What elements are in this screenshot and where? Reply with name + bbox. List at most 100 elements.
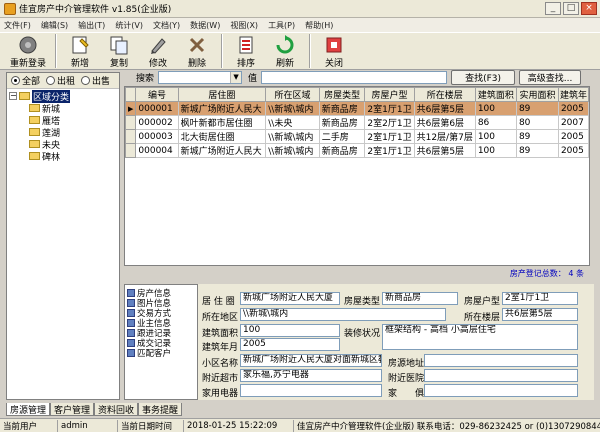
menu-bar: 文件(F) 编辑(S) 输出(T) 统计(V) 文档(Y) 数据(W) 视图(X… xyxy=(0,18,600,32)
column-header[interactable]: 建筑面积 xyxy=(474,87,517,102)
house-icon xyxy=(127,289,135,297)
folder-icon xyxy=(29,152,40,160)
refresh-button[interactable]: 刷新 xyxy=(266,33,304,69)
column-header[interactable]: 建筑年 xyxy=(557,87,589,102)
advanced-search-button[interactable]: 高级查找... xyxy=(519,69,582,85)
filter-all[interactable]: 全部 xyxy=(11,74,40,87)
menu-statistics[interactable]: 统计(V) xyxy=(115,20,143,31)
filter-all-label: 全部 xyxy=(22,77,41,87)
collapse-icon[interactable]: − xyxy=(9,92,17,100)
table-cell: 100 xyxy=(474,101,517,116)
menu-document[interactable]: 文档(Y) xyxy=(153,20,180,31)
menu-data[interactable]: 数据(W) xyxy=(190,20,220,31)
table-cell: 共6层第5层 xyxy=(413,101,476,116)
edit-button[interactable]: 修改 xyxy=(139,33,177,69)
maximize-button[interactable]: □ xyxy=(563,2,579,15)
region-panel: 全部 出租 出售 − 区域分类 新城 雁塔 莲湖 未央 碑林 xyxy=(6,72,120,400)
column-header[interactable]: 实用面积 xyxy=(515,87,559,102)
tab-client-management[interactable]: 客户管理 xyxy=(50,403,95,416)
relogin-button[interactable]: 重新登录 xyxy=(6,33,50,69)
nav-match-clients[interactable]: 匹配客户 xyxy=(127,348,195,359)
menu-file[interactable]: 文件(F) xyxy=(4,20,31,31)
table-cell: 2室1厅1卫 xyxy=(364,101,415,116)
nav-label: 匹配客户 xyxy=(137,349,172,359)
type-field[interactable]: 新商品房 xyxy=(382,292,458,305)
table-row[interactable]: 000002 枫叶新都市居住圈 \\未央 新商品房 2室2厅1卫 共6层第6层 … xyxy=(125,115,589,130)
column-header[interactable]: 房屋户型 xyxy=(364,87,415,102)
table-row[interactable]: ▶ 000001 新城广场附近人民大 \\新城\城内 新商品房 2室1厅1卫 共… xyxy=(125,101,589,116)
table-cell: \\新城\城内 xyxy=(265,129,320,144)
module-tabs: 房源管理 客户管理 资料回收 事务提醒 xyxy=(6,402,594,416)
tree-item-weiyang[interactable]: 未央 xyxy=(9,138,117,151)
furniture-field[interactable] xyxy=(424,384,578,397)
table-cell: 89 xyxy=(515,143,559,158)
column-header[interactable]: 房屋类型 xyxy=(318,87,366,102)
tree-item-beilin[interactable]: 碑林 xyxy=(9,150,117,163)
current-row-icon: ▶ xyxy=(125,101,137,116)
detail-nav-panel: 房产信息 图片信息 交易方式 业主信息 跟进记录 成交记录 匹配客户 xyxy=(124,284,198,400)
year-field[interactable]: 2005 xyxy=(240,338,340,351)
table-cell: 新城广场附近人民大 xyxy=(177,101,267,116)
minimize-button[interactable]: _ xyxy=(545,2,561,15)
table-cell: 100 xyxy=(474,129,517,144)
tab-reminders[interactable]: 事务提醒 xyxy=(138,403,183,416)
tab-property-management[interactable]: 房源管理 xyxy=(6,403,51,416)
title-bar: 佳宜房产中介管理软件 v1.85(企业版) _ □ × xyxy=(0,0,600,18)
filter-rent[interactable]: 出租 xyxy=(46,74,75,87)
table-cell: 2室1厅1卫 xyxy=(364,129,415,144)
address-field[interactable] xyxy=(424,354,578,367)
menu-help[interactable]: 帮助(H) xyxy=(305,20,333,31)
add-button[interactable]: 新增 xyxy=(61,33,99,69)
search-value-input[interactable] xyxy=(261,70,448,84)
build-area-field[interactable]: 100 xyxy=(240,324,340,337)
market-label: 附近超市 xyxy=(202,374,239,384)
tree-item-lianhu[interactable]: 莲湖 xyxy=(9,126,117,139)
status-time-value: 2018-01-25 15:22:09 xyxy=(184,419,294,432)
sort-button[interactable]: 排序 xyxy=(227,33,265,69)
table-cell: 新商品房 xyxy=(318,101,366,116)
appliance-field[interactable] xyxy=(240,384,382,397)
row-indicator xyxy=(125,115,137,130)
search-bar: 搜索 ▼ 值 查找(F3) 高级查找... xyxy=(122,68,594,86)
table-cell: 2005 xyxy=(557,101,589,116)
tree-item-xincheng[interactable]: 新城 xyxy=(9,102,117,115)
window-title: 佳宜房产中介管理软件 v1.85(企业版) xyxy=(19,5,172,15)
close-window-button[interactable]: × xyxy=(581,2,597,15)
column-header[interactable]: 编号 xyxy=(135,87,179,102)
floor-field[interactable]: 共6层第5层 xyxy=(502,308,578,321)
layout-field[interactable]: 2室1厅1卫 xyxy=(502,292,578,305)
column-header[interactable]: 居住圈 xyxy=(177,87,267,102)
menu-view[interactable]: 视图(X) xyxy=(230,20,258,31)
tree-root[interactable]: − 区域分类 xyxy=(9,89,117,103)
find-button[interactable]: 查找(F3) xyxy=(451,69,516,85)
area-field[interactable]: \\新城\城内 xyxy=(240,308,446,321)
market-field[interactable]: 家乐福,苏宁电器 xyxy=(240,369,382,382)
menu-output[interactable]: 输出(T) xyxy=(78,20,105,31)
table-cell: \\新城\城内 xyxy=(265,101,320,116)
search-field-select[interactable]: ▼ xyxy=(158,70,243,84)
community-field[interactable]: 新城广场附近人民大厦对面新城区教育 xyxy=(240,354,382,367)
copy-button[interactable]: 复制 xyxy=(100,33,138,69)
circle-field[interactable]: 新城广场附近人民大厦 xyxy=(240,292,340,305)
table-cell: 000001 xyxy=(135,101,179,116)
hospital-field[interactable] xyxy=(424,369,578,382)
status-bar: 当前用户 admin 当前日期时间 2018-01-25 15:22:09 佳宜… xyxy=(0,418,600,432)
folder-icon xyxy=(29,128,40,136)
radio-icon xyxy=(46,76,56,85)
table-row[interactable]: 000004 新城广场附近人民大 \\新城\城内 新商品房 2室1厅1卫 共6层… xyxy=(125,143,589,158)
menu-tools[interactable]: 工具(P) xyxy=(268,20,295,31)
column-header[interactable]: 所在区域 xyxy=(265,87,320,102)
table-row[interactable]: 000003 北大街居住圈 \\新城\城内 二手房 2室1厅1卫 共12层/第7… xyxy=(125,129,589,144)
floor-label: 所在楼层 xyxy=(464,313,501,323)
tree-item-yanta[interactable]: 雁塔 xyxy=(9,114,117,127)
table-cell: 2室1厅1卫 xyxy=(364,143,415,158)
decor-label: 装修状况 xyxy=(344,329,381,339)
column-header[interactable]: 所在楼层 xyxy=(413,87,476,102)
menu-edit[interactable]: 编辑(S) xyxy=(41,20,68,31)
tab-data-recycle[interactable]: 资料回收 xyxy=(94,403,139,416)
close-button[interactable]: 关闭 xyxy=(315,33,353,69)
community-label: 小区名称 xyxy=(202,359,239,369)
delete-button[interactable]: 删除 xyxy=(178,33,216,69)
filter-sale[interactable]: 出售 xyxy=(81,74,110,87)
decor-field[interactable]: 框架结构 - 高档 小高层住宅 xyxy=(382,324,578,350)
